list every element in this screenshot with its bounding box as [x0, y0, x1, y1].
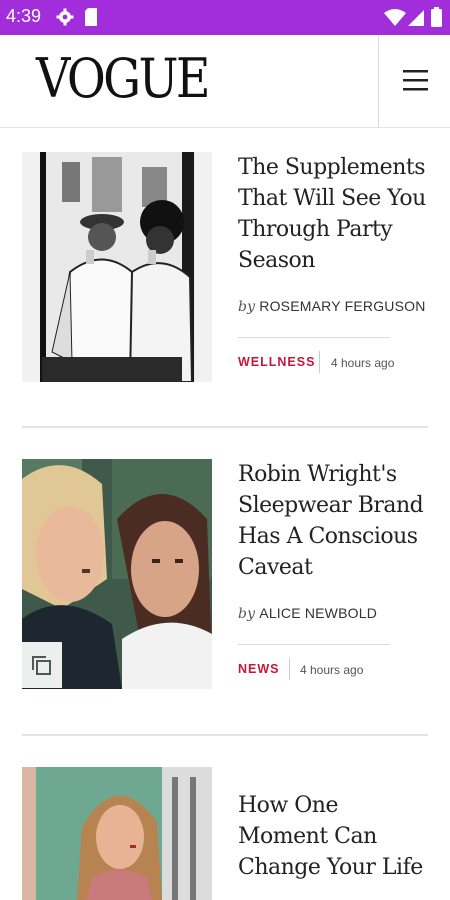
article-image[interactable] [22, 767, 212, 900]
article-byline: by ALICE NEWBOLD [238, 605, 377, 622]
article-title[interactable]: How One Moment Can Change Your Life [238, 790, 428, 883]
battery-icon [431, 7, 442, 27]
article-title[interactable]: The Supplements That Will See You Throug… [238, 152, 428, 276]
meta-separator [319, 351, 320, 373]
wifi-icon [384, 9, 406, 26]
article-category[interactable]: WELLNESS [238, 355, 315, 369]
article-byline: by ROSEMARY FERGUSON [238, 298, 426, 315]
sd-card-icon [85, 8, 97, 26]
gallery-icon [32, 656, 51, 675]
settings-gear-icon [56, 8, 74, 26]
article-category[interactable]: NEWS [238, 662, 280, 676]
cell-signal-icon [408, 10, 424, 26]
status-bar: 4:39 [0, 0, 450, 35]
article-author[interactable]: ALICE NEWBOLD [259, 605, 377, 621]
article-author[interactable]: ROSEMARY FERGUSON [259, 298, 425, 314]
article-time: 4 hours ago [300, 663, 364, 677]
article-title[interactable]: Robin Wright's Sleepwear Brand Has A Con… [238, 459, 428, 583]
menu-button[interactable] [379, 35, 450, 127]
article-divider [22, 426, 428, 428]
status-time: 4:39 [6, 6, 42, 26]
article-divider [22, 734, 428, 736]
byline-by: by [238, 606, 256, 622]
app-header: VOGUE [0, 35, 450, 128]
meta-divider [238, 337, 390, 338]
gallery-badge [22, 642, 62, 688]
byline-by: by [238, 299, 256, 315]
article-time: 4 hours ago [331, 356, 395, 370]
hamburger-menu-icon [403, 70, 428, 91]
meta-divider [238, 644, 390, 645]
article-image[interactable] [22, 152, 212, 382]
meta-separator [289, 658, 290, 680]
vogue-logo[interactable]: VOGUE [36, 47, 211, 110]
